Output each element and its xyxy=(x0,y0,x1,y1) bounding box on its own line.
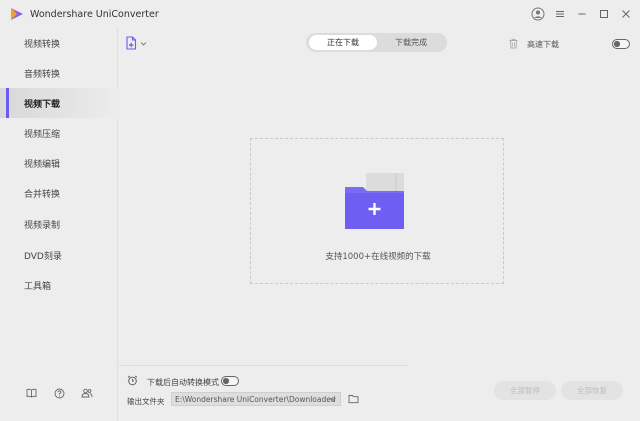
high-speed-download-toggle[interactable] xyxy=(612,39,630,49)
auto-convert-toggle[interactable] xyxy=(221,376,239,386)
people-icon[interactable] xyxy=(80,386,94,400)
close-icon[interactable] xyxy=(618,6,634,22)
sidebar: 视频转换 音频转换 视频下载 视频压缩 视频编辑 合并转换 视频录制 DVD刻录… xyxy=(0,28,118,421)
add-link-icon xyxy=(126,36,137,50)
menu-icon[interactable] xyxy=(552,6,568,22)
window-controls xyxy=(530,6,634,22)
output-folder-label: 输出文件夹 xyxy=(127,397,165,406)
app-window: Wondershare UniConverter 视频转换 音频转换 视频下载 … xyxy=(0,0,640,421)
chevron-down-icon xyxy=(330,397,336,402)
drop-zone[interactable]: 支持1000+在线视频的下载 xyxy=(250,138,504,284)
sidebar-item-video-download[interactable]: 视频下载 xyxy=(0,88,118,118)
output-path-select[interactable]: E:\Wondershare UniConverter\Downloaded xyxy=(171,392,341,406)
chevron-down-icon xyxy=(140,41,147,46)
pause-all-button[interactable]: 全部暂停 xyxy=(494,381,556,400)
account-icon[interactable] xyxy=(530,6,546,22)
sidebar-item-video-compress[interactable]: 视频压缩 xyxy=(0,118,118,148)
download-tabs: 正在下载 下载完成 xyxy=(306,33,447,52)
sidebar-item-toolbox[interactable]: 工具箱 xyxy=(0,270,118,300)
app-logo-icon xyxy=(11,8,23,20)
folder-icon[interactable] xyxy=(348,394,359,404)
sidebar-item-screen-record[interactable]: 视频录制 xyxy=(0,209,118,239)
add-folder-icon xyxy=(345,173,404,229)
sidebar-item-video-convert[interactable]: 视频转换 xyxy=(0,28,118,58)
title-bar: Wondershare UniConverter xyxy=(0,0,640,30)
auto-convert-label: 下载后自动转换模式 xyxy=(147,378,219,387)
maximize-icon[interactable] xyxy=(596,6,612,22)
book-icon[interactable] xyxy=(24,386,38,400)
sidebar-item-merge-convert[interactable]: 合并转换 xyxy=(0,178,118,208)
main-panel: 正在下载 下载完成 高速下载 支持1000+在线视频的下载 下载后自动转换模式 … xyxy=(119,28,640,421)
drop-zone-text: 支持1000+在线视频的下载 xyxy=(325,252,431,262)
trash-icon[interactable] xyxy=(508,38,519,49)
sidebar-item-dvd-burn[interactable]: DVD刻录 xyxy=(0,240,118,270)
alarm-clock-icon[interactable] xyxy=(127,375,138,386)
app-title: Wondershare UniConverter xyxy=(30,9,159,20)
add-download-button[interactable] xyxy=(125,36,147,50)
sidebar-item-video-edit[interactable]: 视频编辑 xyxy=(0,148,118,178)
help-icon[interactable] xyxy=(52,386,66,400)
resume-all-button[interactable]: 全部恢复 xyxy=(561,381,623,400)
footer-divider xyxy=(119,365,407,366)
high-speed-download-label: 高速下载 xyxy=(527,40,559,49)
sidebar-item-audio-convert[interactable]: 音频转换 xyxy=(0,58,118,88)
tab-downloading[interactable]: 正在下载 xyxy=(309,35,377,50)
output-path-value: E:\Wondershare UniConverter\Downloaded xyxy=(175,394,336,404)
sidebar-bottom-icons xyxy=(24,386,94,400)
tab-download-finished[interactable]: 下载完成 xyxy=(377,35,445,50)
minimize-icon[interactable] xyxy=(574,6,590,22)
